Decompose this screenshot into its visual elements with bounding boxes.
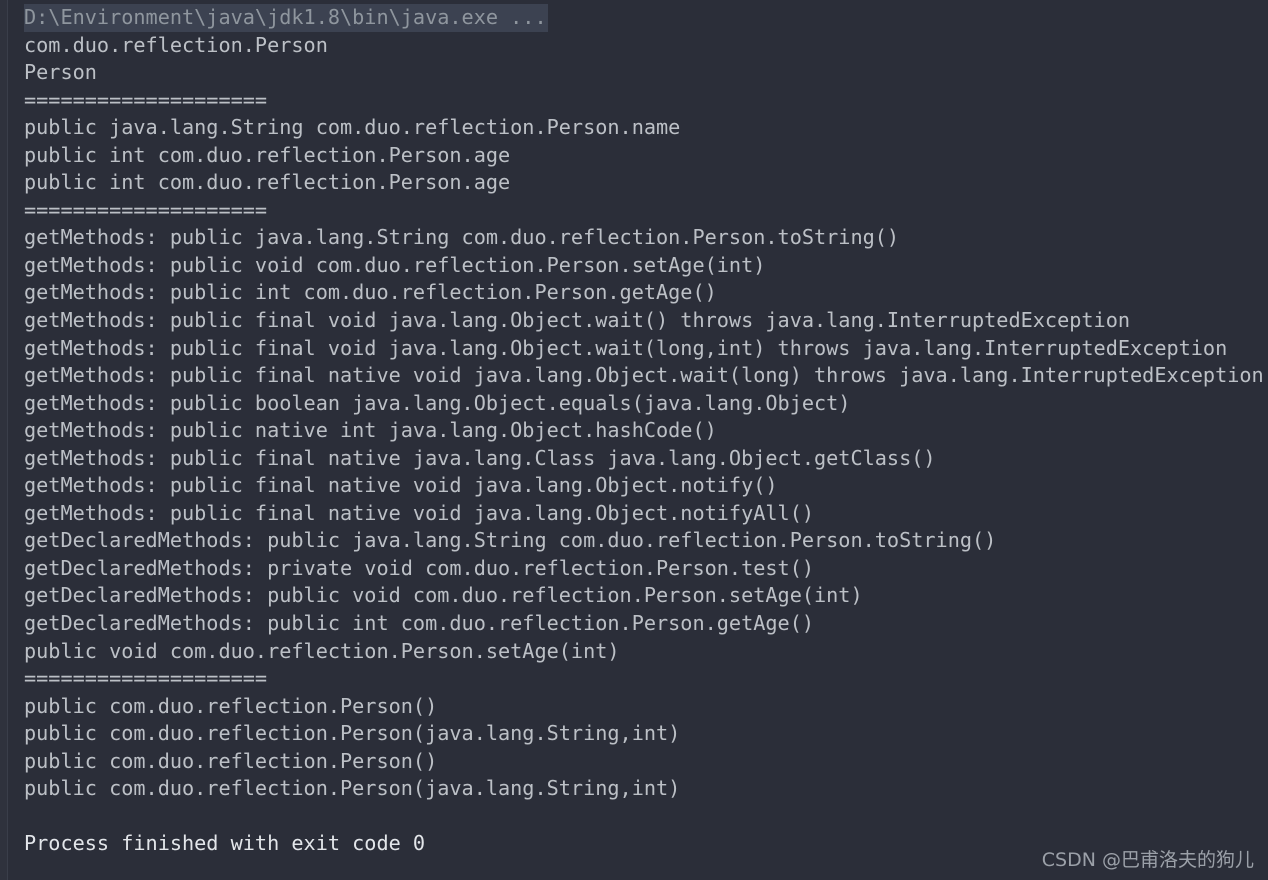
console-line: getDeclaredMethods: public java.lang.Str… <box>24 528 997 553</box>
console-gutter <box>0 0 7 880</box>
console-line: getDeclaredMethods: private void com.duo… <box>24 555 815 580</box>
console-line: getMethods: public final native void jav… <box>24 363 1264 388</box>
console-line: getMethods: public boolean java.lang.Obj… <box>24 390 851 415</box>
console-line: public com.duo.reflection.Person(java.la… <box>24 721 681 746</box>
console-command-text: D:\Environment\java\jdk1.8\bin\java.exe … <box>24 4 548 32</box>
console-line: public int com.duo.reflection.Person.age <box>24 142 511 167</box>
csdn-watermark: CSDN @巴甫洛夫的狗儿 <box>1041 849 1254 871</box>
console-line: getDeclaredMethods: public void com.duo.… <box>24 583 863 608</box>
run-console: D:\Environment\java\jdk1.8\bin\java.exe … <box>0 0 1268 880</box>
console-gutter-divider <box>7 0 8 880</box>
console-line: Person <box>24 60 97 85</box>
console-line: getMethods: public java.lang.String com.… <box>24 225 900 250</box>
console-output[interactable]: D:\Environment\java\jdk1.8\bin\java.exe … <box>24 4 1268 858</box>
console-line: getMethods: public native int java.lang.… <box>24 418 717 443</box>
console-line: public com.duo.reflection.Person() <box>24 693 438 718</box>
console-line: getMethods: public final void java.lang.… <box>24 335 1228 360</box>
console-line: getMethods: public int com.duo.reflectio… <box>24 280 717 305</box>
console-line: public com.duo.reflection.Person(java.la… <box>24 776 681 801</box>
console-line: public java.lang.String com.duo.reflecti… <box>24 115 681 140</box>
console-line: getMethods: public final native void jav… <box>24 500 815 525</box>
console-line: getMethods: public final void java.lang.… <box>24 308 1131 333</box>
console-line: getMethods: public void com.duo.reflecti… <box>24 252 766 277</box>
console-line: getDeclaredMethods: public int com.duo.r… <box>24 611 815 636</box>
console-separator-line: ==================== <box>24 197 268 222</box>
console-command-line: D:\Environment\java\jdk1.8\bin\java.exe … <box>24 4 1268 32</box>
console-line: getMethods: public final native void jav… <box>24 473 778 498</box>
console-separator-line: ==================== <box>24 87 268 112</box>
console-line: public com.duo.reflection.Person() <box>24 748 438 773</box>
console-line: public void com.duo.reflection.Person.se… <box>24 638 620 663</box>
console-separator-line: ==================== <box>24 666 268 691</box>
console-line: getMethods: public final native java.lan… <box>24 445 936 470</box>
console-line: public int com.duo.reflection.Person.age <box>24 170 511 195</box>
console-line: com.duo.reflection.Person <box>24 32 328 57</box>
